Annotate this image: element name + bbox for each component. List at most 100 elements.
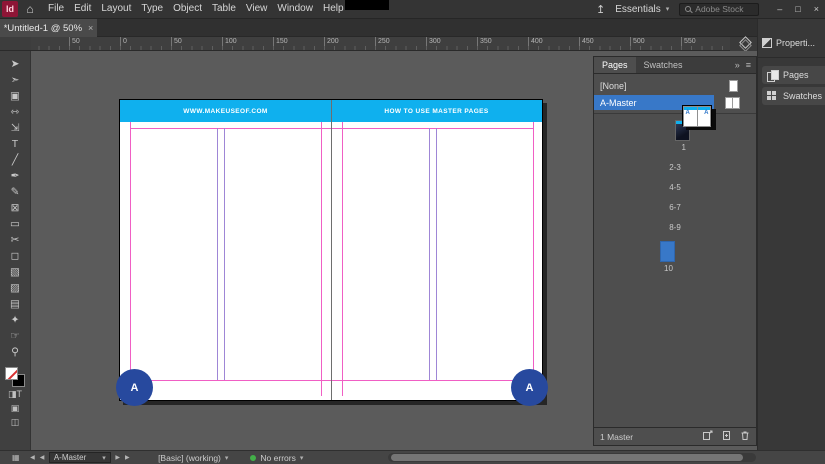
menu-table[interactable]: Table xyxy=(207,0,241,18)
preflight-status[interactable]: No errors ▾ xyxy=(250,453,303,463)
preflight-profile-label: [Basic] (working) xyxy=(158,453,221,463)
content-collector-tool[interactable]: ⇲ xyxy=(4,120,26,136)
master-row-none[interactable]: [None] xyxy=(594,77,756,94)
page-thumbnail[interactable]: AA xyxy=(682,105,712,126)
note-tool[interactable]: ▤ xyxy=(4,296,26,312)
dock-button-pages[interactable]: Pages xyxy=(762,66,825,84)
line-tool[interactable]: ╱ xyxy=(4,152,26,168)
ruler-tick: 350 xyxy=(477,37,492,50)
indesign-app-icon[interactable]: Id xyxy=(2,1,18,17)
workspace-switcher[interactable]: Essentials ▾ xyxy=(615,4,669,15)
scrollbar-thumb[interactable] xyxy=(391,454,743,461)
next-spread-button[interactable]: ▶ xyxy=(113,454,123,461)
page-thumbnail[interactable] xyxy=(660,241,690,262)
dock-swatches-label: Swatches xyxy=(783,91,822,101)
page-thumb-10[interactable]: 10 xyxy=(660,241,690,273)
formatting-affects-text-icon[interactable]: ◨T xyxy=(4,387,26,401)
page-thumb-6-7[interactable]: AA6-7 xyxy=(660,201,690,212)
gradient-feather-tool[interactable]: ▨ xyxy=(4,280,26,296)
page-label: 10 xyxy=(660,264,690,273)
page-thumb-4-5[interactable]: AA4-5 xyxy=(660,181,690,192)
chevron-down-icon: ▾ xyxy=(225,454,229,462)
page-thumb-2-3[interactable]: AA2-3 xyxy=(660,161,690,172)
direct-selection-tool[interactable]: ➣ xyxy=(4,72,26,88)
ruler-tick: 150 xyxy=(273,37,288,50)
document-tab[interactable]: *Untitled-1 @ 50% × xyxy=(0,19,97,37)
page-tool[interactable]: ▣ xyxy=(4,88,26,104)
left-header-text-frame[interactable]: WWW.MAKEUSEOF.COM xyxy=(120,100,331,122)
minimize-button[interactable]: – xyxy=(777,4,782,14)
page-thumb-8-9[interactable]: AA8-9 xyxy=(660,221,690,232)
master-spread[interactable]: WWW.MAKEUSEOF.COM HOW TO USE MASTER PAGE… xyxy=(119,99,543,401)
edit-page-size-icon[interactable] xyxy=(702,430,713,443)
margin-guide xyxy=(130,122,131,396)
ruler-tick: 100 xyxy=(222,37,237,50)
collapse-panel-icon[interactable]: » xyxy=(735,60,740,70)
fill-swatch-none[interactable] xyxy=(5,367,18,380)
menu-object[interactable]: Object xyxy=(168,0,207,18)
properties-label: Properti... xyxy=(776,38,815,48)
menu-file[interactable]: File xyxy=(43,0,69,18)
properties-icon xyxy=(762,38,772,48)
hand-tool[interactable]: ☞ xyxy=(4,328,26,344)
pen-tool[interactable]: ✒ xyxy=(4,168,26,184)
horizontal-scrollbar[interactable] xyxy=(388,453,756,462)
page-number-marker-right[interactable]: A xyxy=(511,369,548,406)
zoom-tool[interactable]: ⚲ xyxy=(4,344,26,360)
rectangle-frame-tool[interactable]: ⊠ xyxy=(4,200,26,216)
none-page-icon xyxy=(729,80,738,92)
thumb-page xyxy=(660,241,675,262)
prev-spread-button[interactable]: ◀ xyxy=(37,454,47,461)
tab-pages[interactable]: Pages xyxy=(594,57,636,73)
gradient-tool[interactable]: ▧ xyxy=(4,264,26,280)
panel-menu-icon[interactable]: ≡ xyxy=(746,60,751,70)
no-errors-dot xyxy=(250,455,256,461)
menu-view[interactable]: View xyxy=(241,0,273,18)
dock-button-swatches[interactable]: Swatches xyxy=(762,87,825,105)
right-header-text-frame[interactable]: HOW TO USE MASTER PAGES xyxy=(331,100,542,122)
type-tool[interactable]: T xyxy=(4,136,26,152)
page-number-marker-left[interactable]: A xyxy=(116,369,153,406)
menu-layout[interactable]: Layout xyxy=(96,0,136,18)
page-label: 8-9 xyxy=(660,223,690,232)
pencil-tool[interactable]: ✎ xyxy=(4,184,26,200)
eyedropper-tool[interactable]: ✦ xyxy=(4,312,26,328)
close-button[interactable]: × xyxy=(814,4,819,14)
menu-help[interactable]: Help xyxy=(318,0,349,18)
pages-panel-footer: 1 Master xyxy=(594,427,756,445)
selection-tool[interactable]: ➤ xyxy=(4,56,26,72)
apply-color-icon[interactable]: ▣ xyxy=(4,401,26,415)
last-spread-button[interactable]: ▶ xyxy=(122,454,132,461)
menu-edit[interactable]: Edit xyxy=(69,0,96,18)
preview-grid-icon[interactable]: ▦ xyxy=(12,453,20,462)
swatches-panel-icon xyxy=(767,91,778,101)
tab-swatches[interactable]: Swatches xyxy=(636,57,691,73)
rectangle-tool[interactable]: ▭ xyxy=(4,216,26,232)
home-icon[interactable]: ⌂ xyxy=(21,2,39,16)
delete-page-icon[interactable] xyxy=(740,430,750,443)
menu-window[interactable]: Window xyxy=(272,0,318,18)
adobe-stock-search[interactable] xyxy=(679,3,759,16)
search-input[interactable] xyxy=(695,4,757,14)
layers-stack-icon[interactable] xyxy=(735,38,757,51)
share-icon[interactable]: ↥ xyxy=(596,3,605,16)
master-row-a-master[interactable]: A-Master xyxy=(594,94,756,111)
free-transform-tool[interactable]: ◻ xyxy=(4,248,26,264)
restore-button[interactable]: □ xyxy=(795,4,800,14)
menu-type[interactable]: Type xyxy=(136,0,168,18)
scissors-tool[interactable]: ✂ xyxy=(4,232,26,248)
page-label: 4-5 xyxy=(660,183,690,192)
properties-panel-tab[interactable]: Properti... xyxy=(758,35,825,51)
fill-stroke-swatches[interactable] xyxy=(5,367,25,387)
ruler-tick: 50 xyxy=(69,37,80,50)
ruler-tick: 0 xyxy=(120,37,127,50)
gap-tool[interactable]: ⇿ xyxy=(4,104,26,120)
margin-guide xyxy=(130,380,534,381)
chevron-down-icon: ▾ xyxy=(666,5,670,13)
tab-close-icon[interactable]: × xyxy=(88,23,93,33)
first-spread-button[interactable]: ◀ xyxy=(28,454,38,461)
preflight-menu[interactable]: [Basic] (working) ▾ xyxy=(158,453,228,463)
new-page-icon[interactable] xyxy=(721,430,732,443)
screen-mode-icon[interactable]: ◫ xyxy=(4,415,26,429)
page-number-dropdown[interactable]: A-Master ▾ xyxy=(49,452,111,463)
